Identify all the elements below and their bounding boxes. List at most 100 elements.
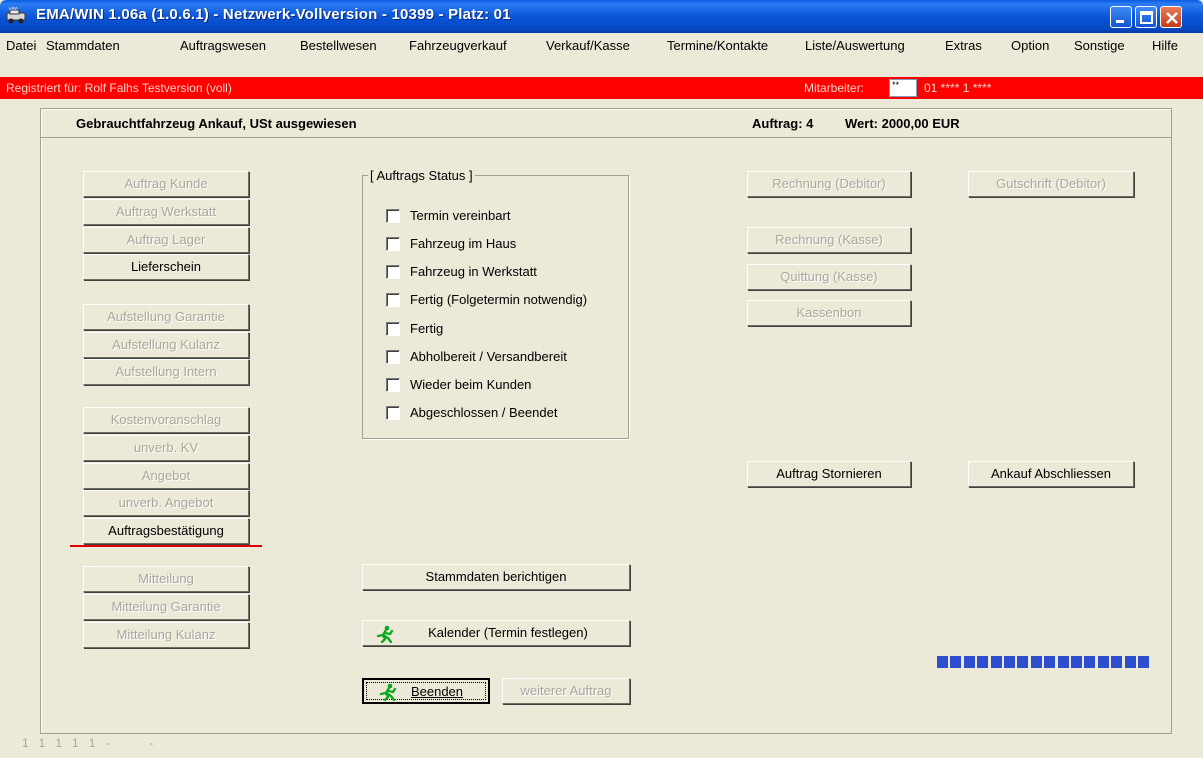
checkbox[interactable] [386,237,400,251]
mitteilung-garantie-button[interactable]: Mitteilung Garantie [83,594,249,620]
checkbox[interactable] [386,350,400,364]
menu-stammdaten[interactable]: Stammdaten [46,38,120,53]
auftrag-kunde-button[interactable]: Auftrag Kunde [83,171,249,197]
checkbox[interactable] [386,293,400,307]
weiterer-auftrag-button[interactable]: weiterer Auftrag [502,678,630,704]
unverb-kv-button[interactable]: unverb. KV [83,435,249,461]
button-label: Aufstellung Intern [115,364,217,379]
button-label: Stammdaten berichtigen [425,569,567,584]
button-label: Mitteilung Kulanz [116,627,216,642]
order-number: Auftrag: 4 [752,116,814,131]
progress-block [1097,656,1109,668]
progress-block [950,656,962,668]
button-label: Kassenbon [796,305,862,320]
employee-number: 01 **** 1 **** [924,81,992,95]
button-label: Rechnung (Kasse) [775,232,883,247]
button-label: Auftrag Werkstatt [115,204,217,219]
button-label: Aufstellung Garantie [107,309,225,324]
menu-option[interactable]: Option [1011,38,1049,53]
lieferschein-button[interactable]: Lieferschein [83,254,249,280]
button-label: Rechnung (Debitor) [772,176,886,191]
checkbox[interactable] [386,406,400,420]
menu-datei[interactable]: Datei [6,38,36,53]
menu-hilfe[interactable]: Hilfe [1152,38,1178,53]
stammdaten-berichtigen-button[interactable]: Stammdaten berichtigen [362,564,630,590]
window-title: EMA/WIN 1.06a (1.0.6.1) - Netzwerk-Vollv… [36,6,511,23]
progress-block [1057,656,1069,668]
unverb-angebot-button[interactable]: unverb. Angebot [83,490,249,516]
quittung-kasse-button[interactable]: Quittung (Kasse) [747,264,911,290]
button-label: Lieferschein [130,259,202,274]
checkbox-label: Abgeschlossen / Beendet [410,405,558,420]
menu-bestellwesen[interactable]: Bestellwesen [300,38,377,53]
menu-auftragswesen[interactable]: Auftragswesen [180,38,266,53]
progress-block [1017,656,1029,668]
checkbox[interactable] [386,209,400,223]
button-label: Angebot [141,468,191,483]
progress-block [990,656,1002,668]
progress-block [1124,656,1136,668]
angebot-button[interactable]: Angebot [83,463,249,489]
rechnung-kasse-button[interactable]: Rechnung (Kasse) [747,227,911,253]
aufstellung-intern-button[interactable]: Aufstellung Intern [83,359,249,385]
app-icon: EMA [6,7,26,24]
running-man-icon [376,625,394,643]
order-value: Wert: 2000,00 EUR [845,116,960,131]
status-bar-text: 1 1 1 1 1 - - [22,736,154,750]
progress-block [937,656,948,668]
checkbox-label: Termin vereinbart [410,208,511,223]
header-divider [40,137,1172,138]
registration-text: Registriert für: Rolf Falhs Testversion … [6,81,232,95]
menu-liste-auswertung[interactable]: Liste/Auswertung [805,38,905,53]
rechnung-debitor-button[interactable]: Rechnung (Debitor) [747,171,911,197]
auftrag-lager-button[interactable]: Auftrag Lager [83,227,249,253]
close-icon [1166,12,1178,24]
checkbox[interactable] [386,322,400,336]
menu-bar: Datei Stammdaten Auftragswesen Bestellwe… [0,33,1203,59]
button-label: Auftragsbestätigung [108,523,224,538]
button-label: Kalender (Termin festlegen) [428,625,588,640]
button-label: unverb. Angebot [118,495,214,510]
auftrag-stornieren-button[interactable]: Auftrag Stornieren [747,461,911,487]
kalender-button[interactable]: Kalender (Termin festlegen) [362,620,630,646]
button-label: Aufstellung Kulanz [112,337,220,352]
button-label: Auftrag Lager [126,232,206,247]
kassenbon-button[interactable]: Kassenbon [747,300,911,326]
aufstellung-kulanz-button[interactable]: Aufstellung Kulanz [83,332,249,358]
menu-extras[interactable]: Extras [945,38,982,53]
auftragsbestaetigung-button[interactable]: Auftragsbestätigung [83,518,249,544]
mitteilung-kulanz-button[interactable]: Mitteilung Kulanz [83,622,249,648]
button-label: Kostenvoranschlag [110,412,222,427]
auftrag-werkstatt-button[interactable]: Auftrag Werkstatt [83,199,249,225]
ankauf-abschliessen-button[interactable]: Ankauf Abschliessen [968,461,1134,487]
menu-fahrzeugverkauf[interactable]: Fahrzeugverkauf [409,38,507,53]
beenden-button[interactable]: Beenden [362,678,490,704]
close-button[interactable] [1160,6,1182,28]
checkbox[interactable] [386,378,400,392]
checkbox-label: Abholbereit / Versandbereit [410,349,567,364]
button-label: weiterer Auftrag [520,683,612,698]
button-label: Quittung (Kasse) [780,269,878,284]
page-title: Gebrauchtfahrzeug Ankauf, USt ausgewiese… [76,116,357,131]
progress-block [977,656,989,668]
aufstellung-garantie-button[interactable]: Aufstellung Garantie [83,304,249,330]
button-label: unverb. KV [133,440,199,455]
menu-sonstige[interactable]: Sonstige [1074,38,1125,53]
menu-termine-kontakte[interactable]: Termine/Kontakte [667,38,768,53]
menu-verkauf-kasse[interactable]: Verkauf/Kasse [546,38,630,53]
progress-block [1111,656,1123,668]
progress-block [1071,656,1082,668]
employee-field[interactable]: ** [889,79,917,97]
red-underline-annotation [70,545,262,547]
checkbox[interactable] [386,265,400,279]
gutschrift-debitor-button[interactable]: Gutschrift (Debitor) [968,171,1134,197]
progress-block [1004,656,1015,668]
checkbox-label: Wieder beim Kunden [410,377,532,392]
kostenvoranschlag-button[interactable]: Kostenvoranschlag [83,407,249,433]
mitteilung-button[interactable]: Mitteilung [83,566,249,592]
title-bar[interactable]: EMA EMA/WIN 1.06a (1.0.6.1) - Netzwerk-V… [0,0,1203,33]
maximize-button[interactable] [1135,6,1157,28]
button-label: Mitteilung Garantie [111,599,221,614]
minimize-button[interactable] [1110,6,1132,28]
button-label: Gutschrift (Debitor) [996,176,1106,191]
